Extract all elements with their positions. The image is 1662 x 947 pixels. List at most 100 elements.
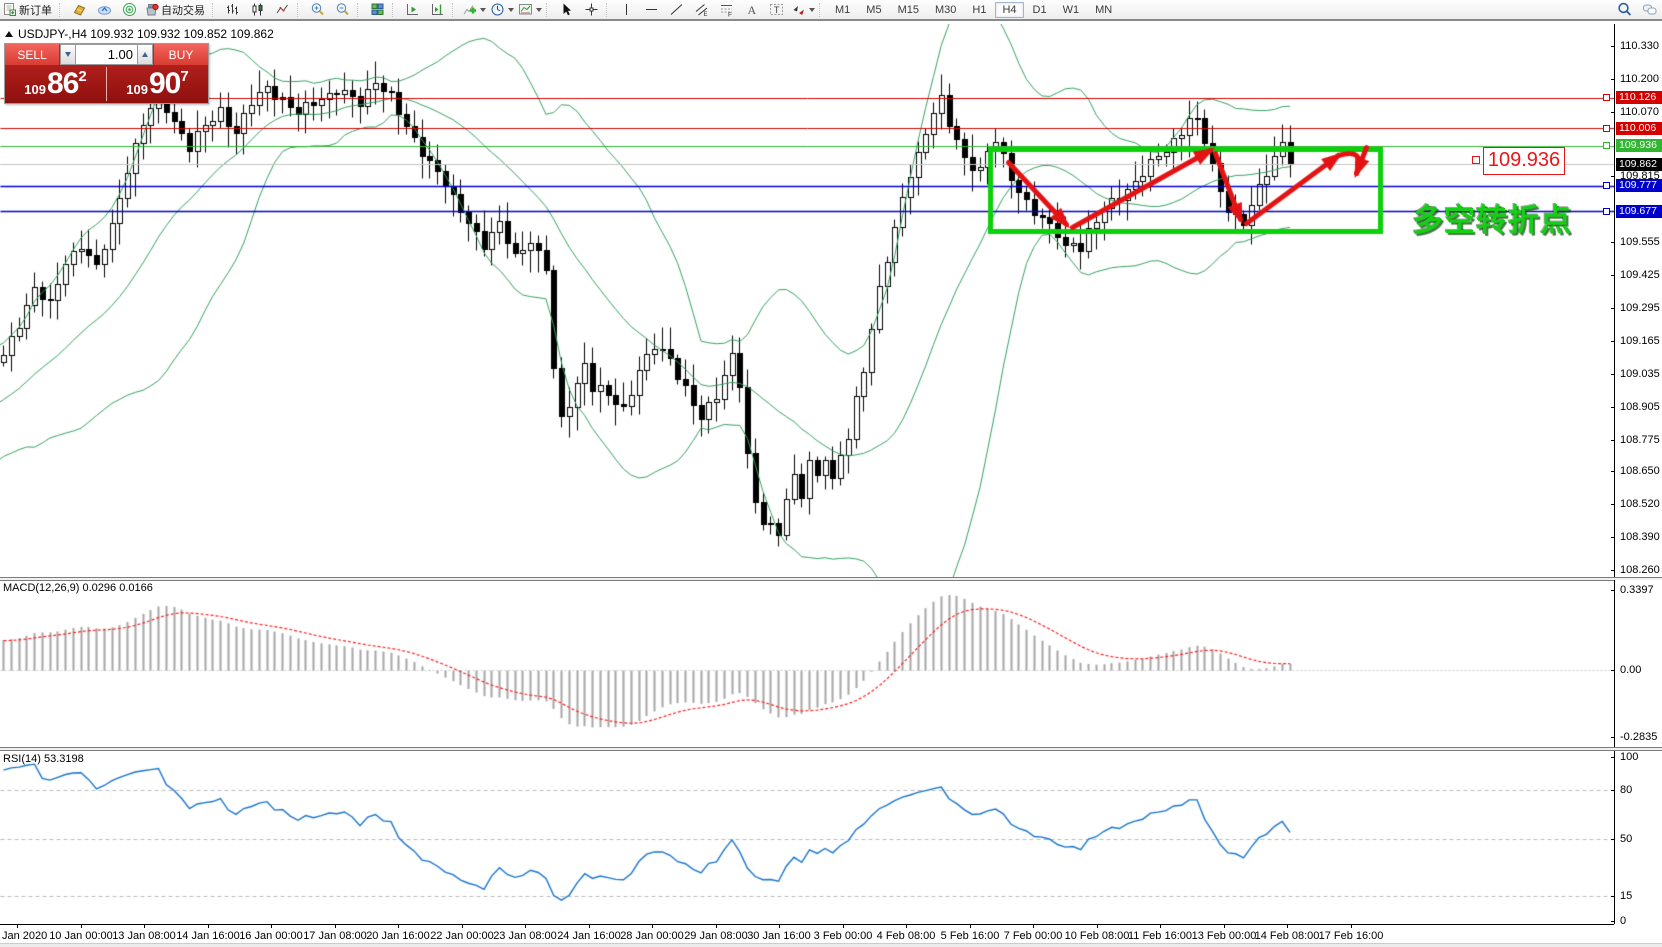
new-order-button[interactable]: 新订单 [0,1,57,18]
main-chart-canvas[interactable] [0,24,1614,577]
timeframe-w1-button[interactable]: W1 [1056,2,1087,18]
cloud-sync-button[interactable] [92,1,117,18]
volume-increase-button[interactable] [137,44,153,65]
price-axis[interactable]: 110.330110.200110.070109.815109.555109.4… [1614,24,1662,577]
zoom-out-button[interactable] [330,1,355,18]
buy-price[interactable]: 109907 [107,65,208,103]
line-anchor-handle[interactable] [1603,125,1610,132]
price-tick-label: 109.425 [1620,269,1660,281]
time-tick-label: 29 Jan 08:00 [684,930,748,942]
autotrading-button[interactable]: 自动交易 [142,1,210,18]
volume-input[interactable]: 1.00 [76,44,137,65]
timeframe-m30-button[interactable]: M30 [928,2,963,18]
candlestick-chart-button[interactable] [245,1,270,18]
crosshair-icon [584,2,599,17]
price-marker-badge: 110.006 [1616,122,1662,135]
cursor-icon [559,2,574,17]
price-tick-label: 110.330 [1620,40,1659,52]
line-anchor-handle[interactable] [1603,142,1610,149]
fibonacci-button[interactable]: F [714,1,739,18]
line-anchor-handle[interactable] [1603,182,1610,189]
timeframe-m15-button[interactable]: M15 [891,2,926,18]
text-label-button[interactable]: T [764,1,789,18]
line-anchor-handle[interactable] [1603,94,1610,101]
buy-button[interactable]: BUY [153,44,208,65]
horizontal-line-button[interactable] [639,1,664,18]
time-tick-label: 17 Feb 16:00 [1319,930,1384,942]
tile-windows-button[interactable] [365,1,390,18]
cursor-button[interactable] [554,1,579,18]
price-tick-label: 108.260 [1620,564,1660,576]
time-tick-label: 13 Jan 08:00 [112,930,176,942]
rsi-panel-canvas[interactable] [0,751,1614,924]
price-tick-label: 109.295 [1620,302,1660,314]
turning-point-annotation[interactable]: 多空转折点 [1412,195,1572,240]
price-marker-badge: 109.777 [1616,179,1662,192]
volume-decrease-button[interactable] [60,44,76,65]
tile-windows-icon [370,2,385,17]
price-tick-label: 108.650 [1620,465,1660,477]
time-tick-label: 28 Jan 00:00 [620,930,684,942]
timeframe-h1-button[interactable]: H1 [965,2,993,18]
vertical-line-button[interactable] [614,1,639,18]
macd-panel-canvas[interactable] [0,580,1614,747]
rsi-axis[interactable]: 1008050150 [1614,751,1662,924]
macd-tick-label: -0.2835 [1620,731,1657,743]
arrows-button[interactable] [789,1,817,18]
periods-button[interactable] [488,1,516,18]
line-chart-button[interactable] [270,1,295,18]
market-button[interactable] [67,1,92,18]
text-button[interactable]: A [739,1,764,18]
signals-button[interactable] [117,1,142,18]
search-button[interactable] [1612,1,1637,18]
timeframe-m5-button[interactable]: M5 [859,2,888,18]
rsi-tick-label: 15 [1620,890,1632,902]
text-icon: A [744,2,759,17]
callout-anchor-handle[interactable] [1472,156,1480,164]
crosshair-button[interactable] [579,1,604,18]
macd-axis[interactable]: 0.33970.00-0.2835 [1614,580,1662,747]
templates-button[interactable] [516,1,544,18]
macd-tick-label: 0.00 [1620,664,1641,676]
timeframe-m1-button[interactable]: M1 [828,2,857,18]
price-marker-badge: 109.677 [1616,205,1662,218]
autotrade-icon [144,2,159,17]
rsi-tick-label: 100 [1620,751,1638,763]
buy-price-big: 90 [149,67,180,101]
symbol-ohlc-text: USDJPY-,H4 109.932 109.932 109.852 109.8… [18,27,274,41]
toolbar-separator [212,3,217,17]
rsi-tick-label: 80 [1620,784,1632,796]
equidistant-channel-button[interactable]: E [689,1,714,18]
timeframe-h4-button[interactable]: H4 [995,2,1023,18]
search-icon [1617,2,1632,17]
chevron-down-icon [65,52,71,57]
zoom-in-button[interactable] [305,1,330,18]
time-tick-label: 14 Feb 08:00 [1255,930,1320,942]
time-tick-label: 16 Jan 00:00 [239,930,303,942]
mt4-terminal: 新订单 自动交易 E F AT M1M5M15M30H1H4D1W1MN 110.330 1… [0,0,1662,947]
bar-chart-button[interactable] [220,1,245,18]
sell-button[interactable]: SELL [5,44,60,65]
trendline-button[interactable] [664,1,689,18]
sell-price[interactable]: 109862 [5,65,106,103]
autoscroll-button[interactable] [400,1,425,18]
indicators-button[interactable] [460,1,488,18]
chart-shift-button[interactable] [425,1,450,18]
price-tick-label: 110.200 [1620,73,1659,85]
price-tick-label: 108.775 [1620,434,1660,446]
toolbar-button-label: 自动交易 [161,2,205,18]
channel-icon: E [694,2,709,17]
timeframe-d1-button[interactable]: D1 [1026,2,1054,18]
price-tick-label: 109.555 [1620,236,1660,248]
sell-price-pip: 2 [78,68,86,85]
price-marker-badge: 110.126 [1616,91,1662,104]
line-anchor-handle[interactable] [1603,208,1610,215]
chat-button[interactable] [1637,1,1662,18]
timeframe-mn-button[interactable]: MN [1088,2,1119,18]
sell-price-prefix: 109 [24,82,46,97]
svg-text:F: F [728,12,732,18]
toolbar-separator [357,3,362,17]
price-callout-label[interactable]: 109.936 [1483,147,1565,175]
price-tick-label: 108.520 [1620,498,1660,510]
chart-shift-icon [430,2,445,17]
